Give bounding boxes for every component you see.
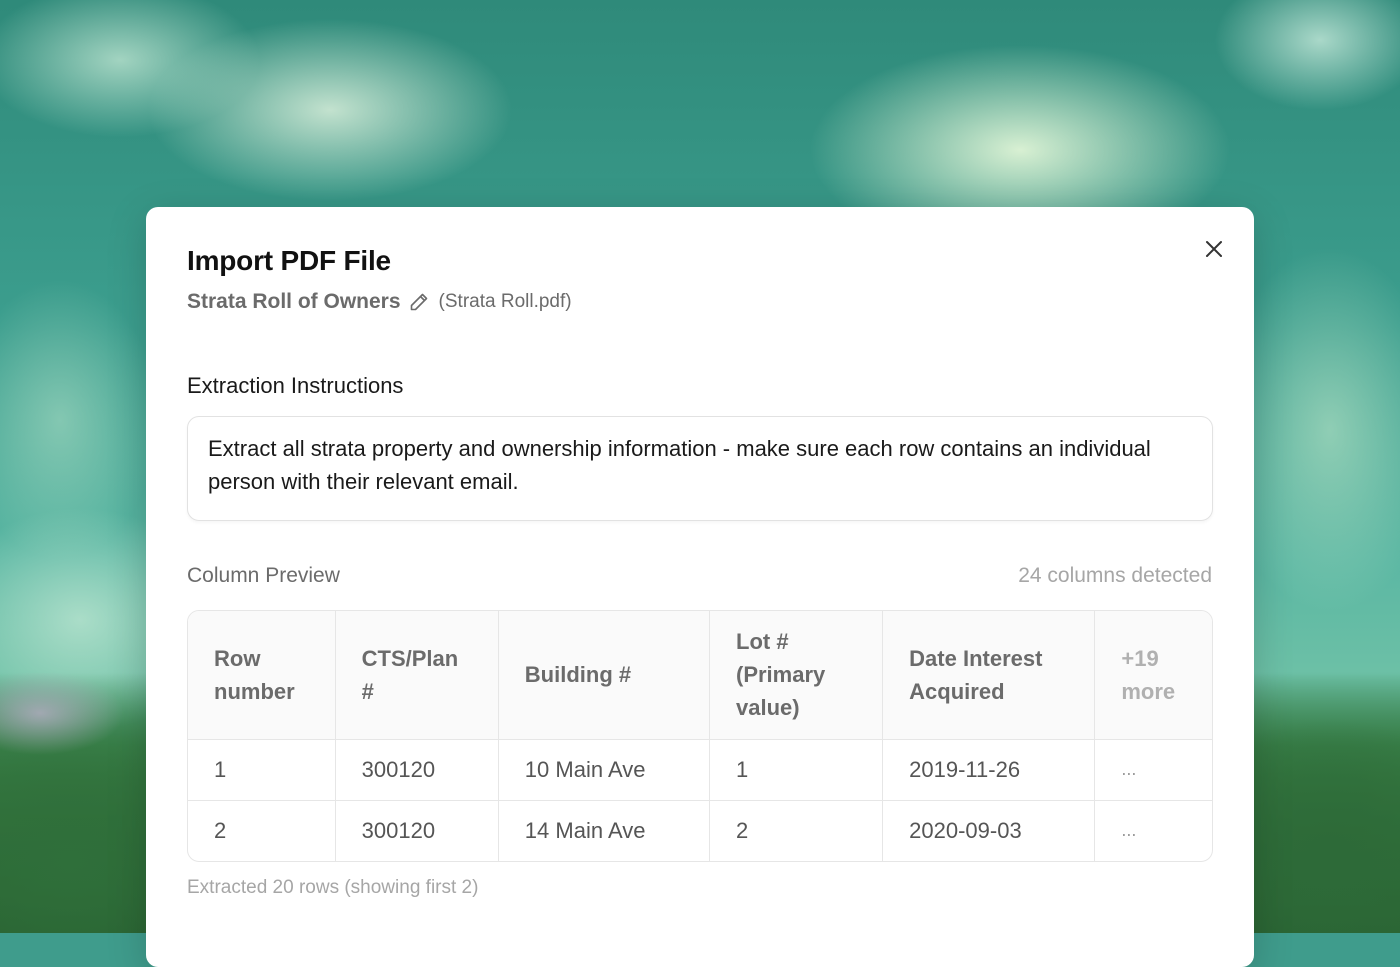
dialog-title: Import PDF File [187,245,391,276]
column-header: Building # [498,611,711,740]
column-header: CTS/Plan # [335,611,499,740]
table-cell: ... [1121,820,1137,841]
close-icon [1206,241,1222,257]
extraction-summary: Extracted 20 rows (showing first 2) [187,877,479,898]
table-cell: 2020-09-03 [882,800,1096,861]
document-subtitle: Strata Roll of Owners (Strata Roll.pdf) [187,287,572,317]
table-row: 2 300120 14 Main Ave 2 2020-09-03 ... [188,800,1212,861]
table-cell: 300120 [335,739,499,801]
table-row: 1 300120 10 Main Ave 1 2019-11-26 ... [188,739,1212,801]
close-button[interactable] [1200,235,1228,263]
column-header: Row number [188,611,336,740]
more-columns-header: +19 more [1094,611,1212,740]
table-cell: 2019-11-26 [882,739,1096,801]
table-cell: 300120 [335,800,499,861]
columns-detected-count: 24 columns detected [1018,564,1212,587]
table-cell: 14 Main Ave [498,800,711,861]
file-name: (Strata Roll.pdf) [438,291,572,312]
import-pdf-dialog: Import PDF File Strata Roll of Owners (S… [146,207,1254,967]
pencil-icon [410,293,427,311]
table-cell: 10 Main Ave [498,739,711,801]
table-cell: 2 [188,800,336,861]
table-cell: ... [1094,739,1212,801]
column-preview-table: Row number CTS/Plan # Building # Lot # (… [187,610,1213,862]
column-preview-label: Column Preview [187,564,340,587]
instructions-textarea[interactable]: Extract all strata property and ownershi… [187,416,1213,521]
table-cell: 2 [709,800,884,861]
edit-name-button[interactable] [409,292,429,312]
document-name: Strata Roll of Owners [187,290,401,313]
table-cell: 1 [709,739,884,801]
instructions-label: Extraction Instructions [187,373,404,398]
column-header: Date Interest Acquired [882,611,1096,740]
column-header: Lot # (Primary value) [709,611,884,740]
table-cell: 1 [188,739,336,801]
table-header-row: Row number CTS/Plan # Building # Lot # (… [188,611,1212,740]
